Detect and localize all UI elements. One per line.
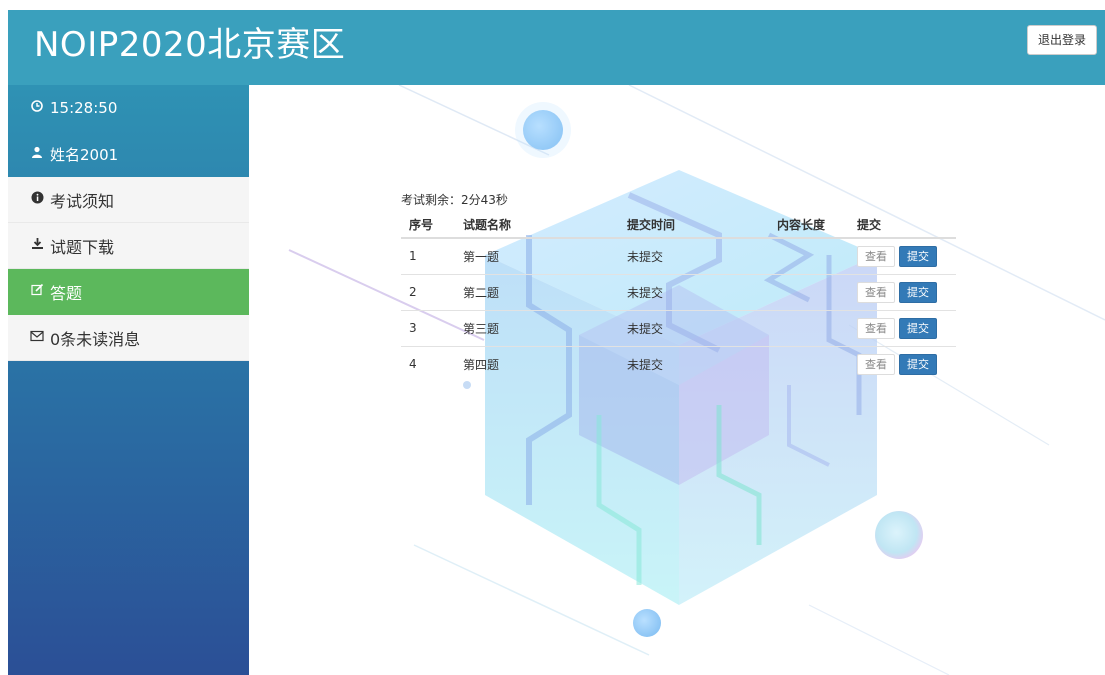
exam-panel: 考试剩余：2分43秒 序号 试题名称 提交时间 内容长度 提交 1 第一题 未提… (401, 192, 1105, 382)
row-submit-time: 未提交 (619, 309, 769, 346)
row-length (769, 345, 849, 382)
submit-button[interactable]: 提交 (899, 281, 937, 303)
row-submit-time: 未提交 (619, 273, 769, 310)
submit-button[interactable]: 提交 (899, 353, 937, 375)
column-header-no: 序号 (401, 212, 455, 239)
nav-item-label: 0条未读消息 (50, 329, 141, 349)
row-no: 4 (401, 345, 455, 382)
row-name: 第一题 (463, 249, 500, 264)
row-submit-time: 未提交 (619, 345, 769, 382)
table-row: 3 第三题 未提交 查看 提交 (401, 309, 956, 346)
column-header-name: 试题名称 (455, 212, 619, 239)
nav-item-label: 答题 (50, 283, 83, 303)
row-length (769, 273, 849, 310)
row-no: 3 (401, 309, 455, 346)
nav-item-download[interactable]: 试题下载 (8, 223, 249, 269)
sidebar: 15:28:50 姓名2001 考试须知 试题下载 答题 0条未读消息 (8, 85, 249, 675)
logout-button[interactable]: 退出登录 (1026, 25, 1097, 55)
column-header-submit-time: 提交时间 (619, 212, 769, 239)
row-submit-time: 未提交 (627, 249, 664, 264)
view-button[interactable]: 查看 (857, 281, 895, 303)
row-actions: 查看 提交 (849, 238, 956, 274)
column-header-submit: 提交 (849, 212, 956, 239)
row-length (769, 238, 849, 274)
view-button[interactable]: 查看 (857, 245, 895, 267)
table-header-row: 序号 试题名称 提交时间 内容长度 提交 (401, 212, 956, 239)
view-button[interactable]: 查看 (857, 353, 895, 375)
table-row: 2 第二题 未提交 查看 提交 (401, 273, 956, 310)
page-title: NOIP2020北京赛区 (34, 25, 346, 65)
main-content: 考试剩余：2分43秒 序号 试题名称 提交时间 内容长度 提交 1 第一题 未提… (249, 85, 1105, 675)
table-row: 4 第四题 未提交 查看 提交 (401, 345, 956, 382)
nav-item-answer[interactable]: 答题 (8, 269, 249, 315)
row-name: 第三题 (455, 309, 619, 346)
time-remaining: 考试剩余：2分43秒 (401, 193, 508, 207)
table-row: 1 第一题 未提交 查看 提交 (401, 238, 956, 274)
download-icon (28, 237, 46, 254)
problem-table: 序号 试题名称 提交时间 内容长度 提交 1 第一题 未提交 查看 提交 2 第… (401, 212, 956, 382)
user-display: 姓名2001 (8, 131, 249, 177)
envelope-icon (28, 330, 46, 346)
row-actions: 查看 提交 (849, 309, 956, 346)
row-actions: 查看 提交 (849, 273, 956, 310)
clock-icon (28, 100, 46, 116)
row-actions: 查看 提交 (849, 345, 956, 382)
nav-item-label: 考试须知 (50, 191, 115, 211)
view-button[interactable]: 查看 (857, 317, 895, 339)
username: 姓名2001 (50, 145, 119, 164)
row-length (769, 309, 849, 346)
edit-icon (28, 283, 46, 300)
nav-item-messages[interactable]: 0条未读消息 (8, 315, 249, 361)
info-circle-icon (28, 191, 46, 208)
column-header-length: 内容长度 (769, 212, 849, 239)
clock-time: 15:28:50 (50, 99, 118, 117)
row-name: 第四题 (455, 345, 619, 382)
top-header: NOIP2020北京赛区 退出登录 (8, 10, 1105, 85)
submit-button[interactable]: 提交 (899, 245, 937, 267)
clock-display: 15:28:50 (8, 85, 249, 131)
row-name: 第二题 (455, 273, 619, 310)
user-icon (28, 146, 46, 162)
row-no: 2 (401, 273, 455, 310)
nav-item-label: 试题下载 (50, 237, 115, 257)
nav-item-exam-notice[interactable]: 考试须知 (8, 177, 249, 223)
submit-button[interactable]: 提交 (899, 317, 937, 339)
row-no: 1 (409, 249, 417, 264)
